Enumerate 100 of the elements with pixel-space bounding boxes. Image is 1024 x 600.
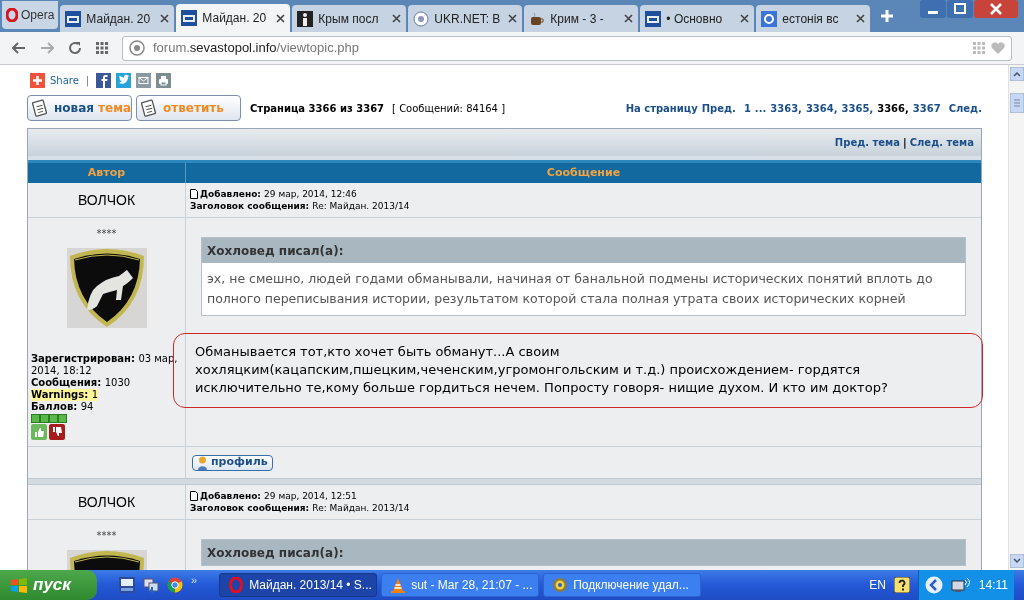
page-info: Страница 3366 из 3367 xyxy=(250,101,385,116)
minimize-icon xyxy=(920,0,946,18)
topic-link[interactable]: След. тема xyxy=(909,135,974,150)
close-icon xyxy=(740,14,750,23)
separator-text: | xyxy=(85,73,90,88)
taskbar-button[interactable]: sut - Mar 28, 21:07 - ... xyxy=(381,573,540,597)
post-date: Добавлено: 29 мар, 2014, 12:46 xyxy=(200,188,357,200)
expand-tray-icon xyxy=(924,576,943,594)
mail-icon xyxy=(136,72,152,88)
taskbar-button[interactable]: Майдан. 2013/14 • S... xyxy=(219,573,378,597)
quote-text: эх, не смешно, людей годами обманывали, начиная от банальной подмены исторических понятий вплоть до полного переписывания истории, результатом которой стала полная утрата своих исторических корней xyxy=(206,270,934,308)
browser-tab[interactable]: UKR.NET: В xyxy=(408,5,523,32)
post-count: [ Сообщений: 84164 ] xyxy=(392,101,506,116)
post-subject: Заголовок сообщения: Re: Майдан. 2013/14 xyxy=(190,200,411,212)
traffic-cone-icon xyxy=(390,577,407,593)
opera-logo-icon xyxy=(6,8,18,22)
site-icon xyxy=(645,10,662,27)
topic-link[interactable]: Пред. тема xyxy=(834,135,901,150)
desktop-icon xyxy=(119,577,135,593)
forward-icon xyxy=(40,42,54,54)
network-download-icon xyxy=(143,577,159,593)
plus-icon xyxy=(880,9,895,23)
start-button[interactable]: пуск xyxy=(0,570,97,600)
site-icon xyxy=(181,10,198,26)
close-icon xyxy=(624,14,634,23)
page-link[interactable]: ... xyxy=(754,100,767,116)
more-text[interactable]: » xyxy=(191,571,198,589)
clock-text: 14:11 xyxy=(978,577,1008,594)
cup-icon xyxy=(529,10,546,27)
profile-field: Баллов: 94 xyxy=(31,401,94,413)
speed-dial-icon xyxy=(96,42,108,54)
globe-icon xyxy=(413,10,430,27)
column-header: Сообщение xyxy=(545,164,622,181)
post-icon xyxy=(190,491,198,501)
close-icon xyxy=(276,13,286,23)
scroll-down-icon xyxy=(1009,554,1024,568)
post-date: Добавлено: 29 мар, 2014, 12:51 xyxy=(200,490,357,502)
page-link[interactable]: 3364, xyxy=(805,100,838,116)
browser-icon xyxy=(167,577,183,593)
help-icon xyxy=(893,577,910,593)
close-icon xyxy=(508,14,518,23)
quote-header: Хохловед писал(а): xyxy=(202,238,965,263)
document-icon xyxy=(141,99,157,117)
figure-icon xyxy=(297,10,314,27)
browser-tab[interactable]: • Основно xyxy=(640,5,755,32)
language-indicator[interactable]: EN xyxy=(869,576,886,594)
profile-field: Сообщения: 1030 xyxy=(31,377,131,389)
windows-logo-icon xyxy=(10,577,28,593)
column-header: Автор xyxy=(28,163,186,183)
scroll-thumb-icon xyxy=(1009,93,1024,113)
rank-bar-icon xyxy=(31,414,68,423)
author-name: ВОЛЧОК xyxy=(28,485,186,519)
post-button[interactable]: новая тема xyxy=(27,95,132,121)
menu-label: Opera xyxy=(21,7,55,24)
site-icon xyxy=(65,10,82,27)
page-link[interactable]: 1 xyxy=(743,100,751,116)
separator-text: | xyxy=(903,136,907,150)
close-icon xyxy=(974,0,1018,18)
thumbs-down-icon xyxy=(49,424,65,440)
close-icon xyxy=(856,14,866,23)
browser-tab[interactable]: естонія вс xyxy=(756,5,871,32)
taskbar-button[interactable]: Подключение удал... xyxy=(543,573,702,597)
close-icon xyxy=(392,14,402,23)
thumbs-up-icon xyxy=(31,424,47,440)
pagination-label: На страницу xyxy=(625,101,698,116)
share-plus-icon xyxy=(30,72,45,88)
opera-menu-button[interactable]: Opera xyxy=(2,1,59,29)
author-name: ВОЛЧОК xyxy=(28,183,186,217)
maximize-icon xyxy=(947,0,973,18)
facebook-icon xyxy=(96,72,112,88)
share-link[interactable]: Share xyxy=(50,72,79,88)
rank-stars: **** xyxy=(96,530,117,542)
scroll-up-icon xyxy=(1009,67,1024,81)
browser-tab[interactable]: Майдан. 20 xyxy=(60,5,175,32)
globe-icon xyxy=(129,40,145,56)
page-link[interactable]: Пред. xyxy=(701,100,736,116)
quote-header: Хохловед писал(а): xyxy=(202,540,965,565)
profile-field: Warnings: 1 xyxy=(31,389,98,401)
back-icon xyxy=(12,42,26,54)
document-icon xyxy=(32,99,48,117)
page-link[interactable]: 3367 xyxy=(912,100,941,116)
page-link[interactable]: 3363, xyxy=(770,100,802,116)
reload-icon xyxy=(68,41,82,55)
browser-tab[interactable]: Майдан. 20 xyxy=(176,4,291,32)
opera-logo-icon xyxy=(228,577,245,593)
page-link[interactable]: След. xyxy=(948,100,982,116)
print-icon xyxy=(156,72,172,88)
post-icon xyxy=(190,189,198,199)
person-icon xyxy=(197,455,208,470)
heart-icon xyxy=(991,42,1005,54)
url-text: forum.sevastopol.info/viewtopic.php xyxy=(153,39,359,58)
page-link[interactable]: 3365, xyxy=(841,100,874,116)
browser-tab[interactable]: Крым посл xyxy=(292,5,407,32)
current-page-number: 3366, xyxy=(877,101,909,116)
profile-button[interactable]: профиль xyxy=(192,454,273,471)
browser-tab[interactable]: Крим - 3 - xyxy=(524,5,639,32)
address-field[interactable]: forum.sevastopol.info/viewtopic.php xyxy=(122,35,1012,61)
close-icon xyxy=(160,14,170,23)
rank-stars: **** xyxy=(96,228,117,240)
network-icon xyxy=(950,577,971,593)
